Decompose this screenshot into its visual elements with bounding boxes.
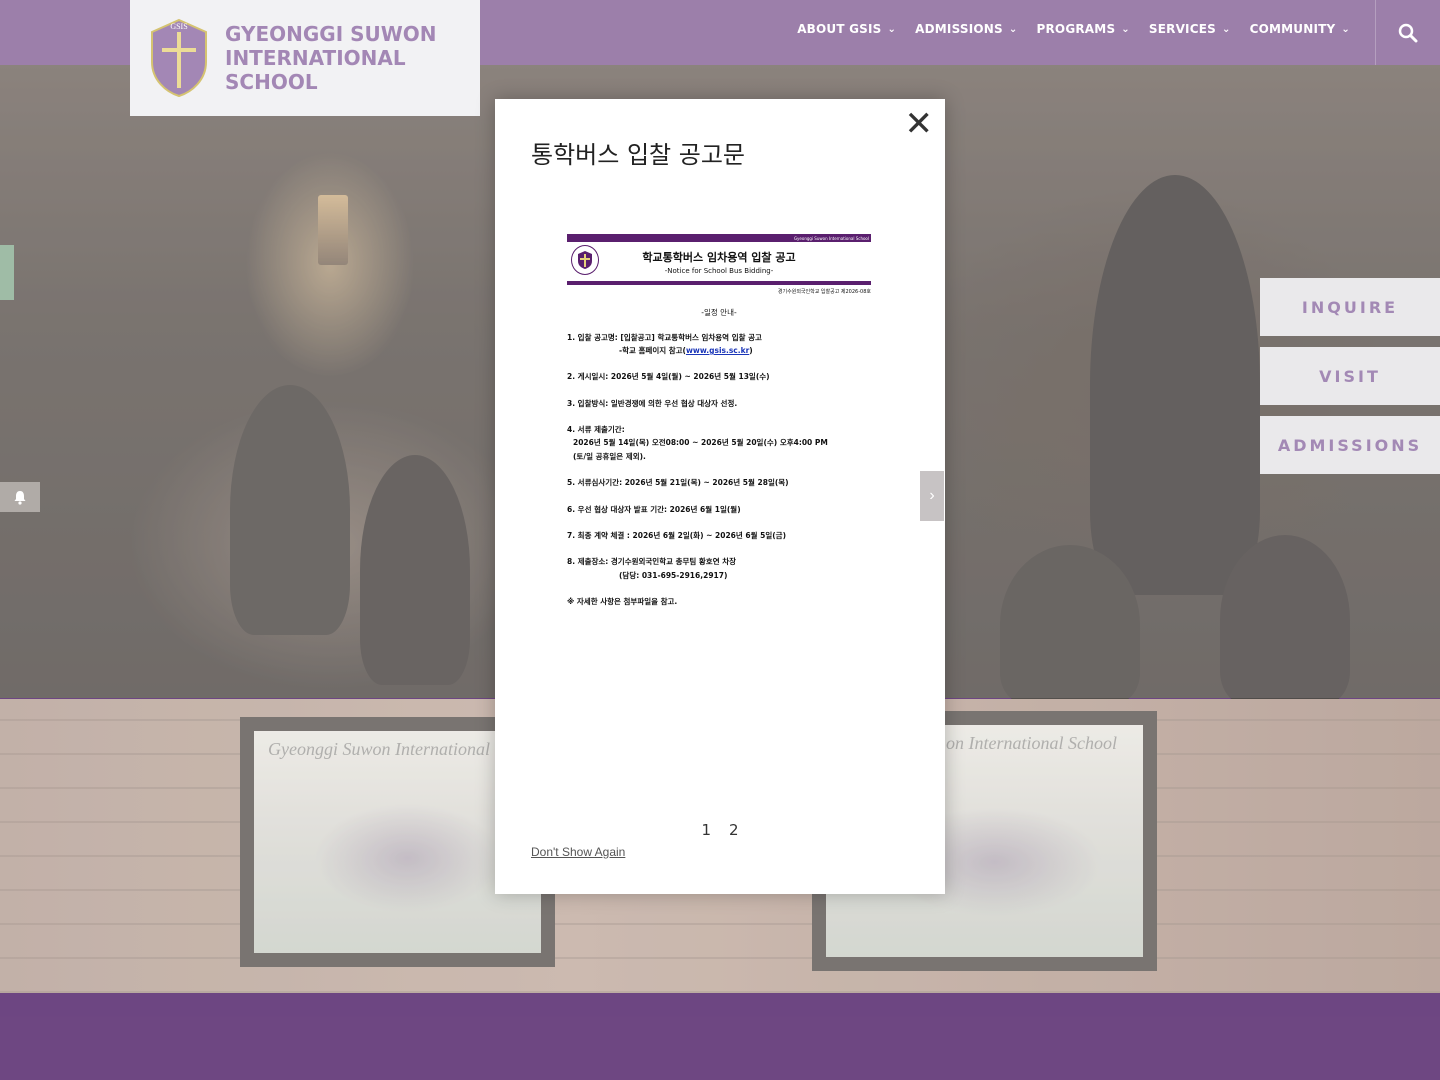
notice-image[interactable]: Gyeonggi Suwon International School 학교통학… [565,233,873,623]
notice-line: -학교 홈페이지 참고(www.gsis.sc.kr) [619,346,753,355]
notice-line: (담당: 031-695-2916,2917) [619,571,728,580]
notice-line: 1. 입찰 공고명: [입찰공고] 학교통학버스 임차용역 입찰 공고 [567,333,762,342]
notice-line: (토/일 공휴일은 제외). [573,452,646,461]
notice-line: 3. 입찰방식: 일반경쟁에 의한 우선 협상 대상자 선정. [567,399,738,408]
dont-show-again-link[interactable]: Don't Show Again [531,845,625,859]
notice-title: 학교통학버스 임차용역 입찰 공고 [642,251,796,264]
school-website-link[interactable]: www.gsis.sc.kr [686,346,749,355]
notice-line: ※ 자세한 사항은 첨부파일을 참고. [567,597,678,606]
notice-line: 4. 서류 제출기간: [567,425,625,434]
page-2[interactable]: 2 [729,821,739,839]
notice-popup: ✕ 통학버스 입찰 공고문 Gyeonggi Suwon Internation… [495,99,945,894]
notice-subtitle: -Notice for School Bus Bidding- [664,267,774,275]
notice-doc-number: 경기수원외국인학교 입찰공고 제2026-08호 [777,289,871,295]
notice-line: 6. 우선 협상 대상자 발표 기간: 2026년 6월 1일(월) [567,505,741,514]
notice-schedule-heading: -일정 안내- [701,308,737,317]
notice-line: 8. 제출장소: 경기수원외국인학교 총무팀 황호연 차장 [567,557,737,566]
chevron-right-icon: › [929,487,935,504]
close-button[interactable]: ✕ [905,107,934,141]
notice-line: 2. 게시일시: 2026년 5월 4일(월) ~ 2026년 5월 13일(수… [567,372,770,381]
notice-line: 2026년 5월 14일(목) 오전08:00 ~ 2026년 5월 20일(수… [573,438,828,447]
notice-line: 7. 최종 계약 체결 : 2026년 6월 2일(화) ~ 2026년 6월 … [567,531,787,540]
notice-line: 5. 서류심사기간: 2026년 5월 21일(목) ~ 2026년 5월 28… [567,478,789,487]
page-1[interactable]: 1 [701,821,711,839]
popup-title: 통학버스 입찰 공고문 [531,141,745,169]
popup-pagination: 1 2 [495,821,945,839]
slide-next-button[interactable]: › [920,471,944,521]
